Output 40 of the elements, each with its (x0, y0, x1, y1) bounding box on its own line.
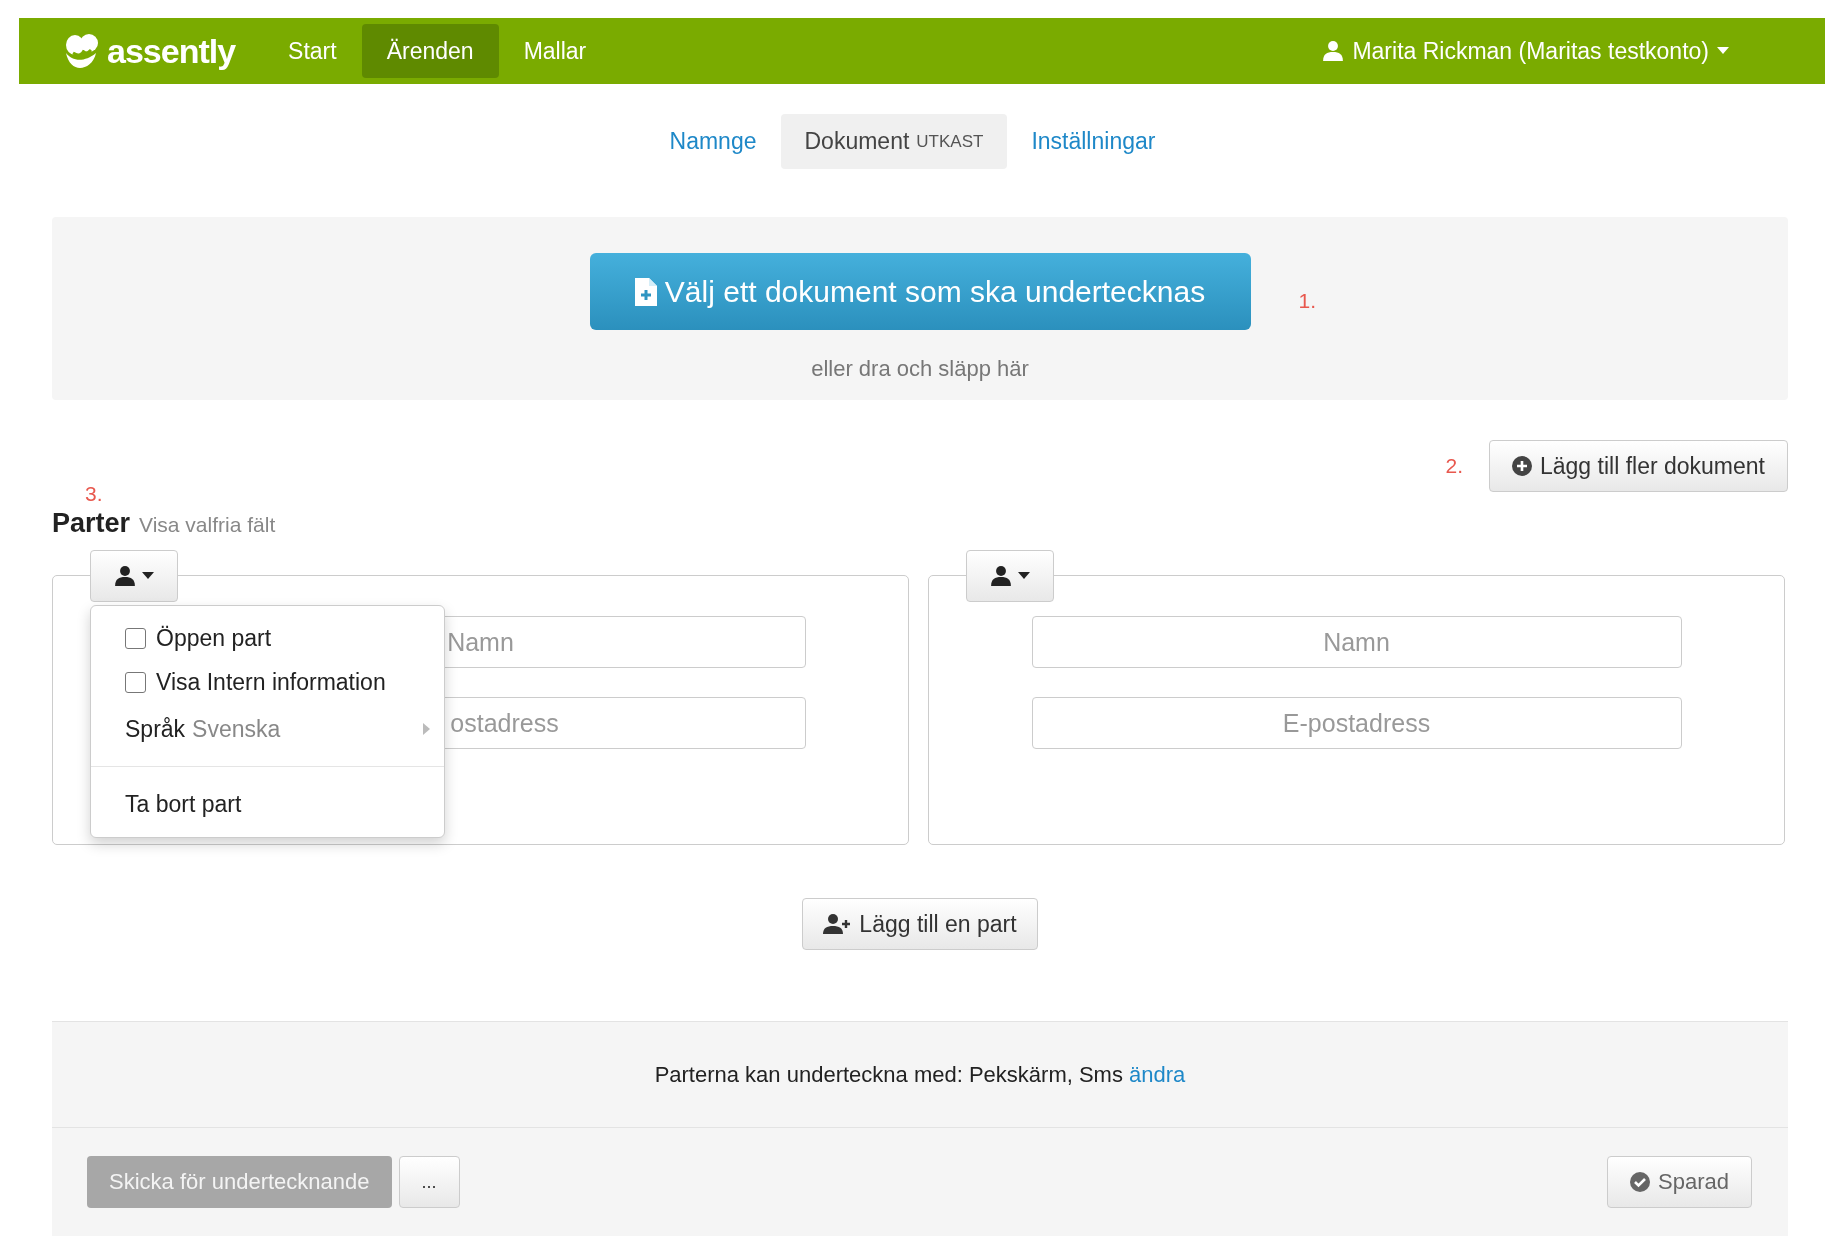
step-tab[interactable]: Dokument UTKAST (780, 114, 1008, 169)
name-field[interactable]: Namn (1031, 616, 1682, 668)
file-plus-icon (634, 277, 657, 306)
submenu-arrow-icon (423, 723, 430, 735)
add-party-button[interactable]: Lägg till en part (802, 898, 1038, 950)
nav-item[interactable]: Start (263, 24, 362, 78)
nav-item[interactable]: Mallar (498, 24, 612, 78)
more-button[interactable]: ... (398, 1156, 460, 1208)
step-number: 2. (1445, 454, 1463, 478)
caret-icon (1018, 572, 1030, 580)
plus-circle-icon (1512, 456, 1532, 476)
user-menu[interactable]: Marita Rickman (Maritas testkonto) (1322, 37, 1729, 65)
checkbox[interactable] (125, 671, 146, 693)
email-field[interactable]: E-postadress (1031, 697, 1682, 749)
choose-document-button[interactable]: Välj ett dokument som ska undertecknas (589, 253, 1251, 330)
caret-icon (142, 572, 154, 580)
check-circle-icon (1630, 1172, 1651, 1192)
party-menu-button[interactable] (90, 550, 178, 602)
step-tab[interactable]: Inställningar (1007, 114, 1180, 169)
party-menu-button[interactable] (966, 550, 1054, 602)
optional-fields-link[interactable]: Visa valfria fält (139, 513, 276, 537)
signing-methods-text: Parterna kan underteckna med: Pekskärm, Sms ändra (654, 1061, 1186, 1088)
step-tab[interactable]: Namnge (645, 114, 781, 169)
change-link[interactable]: ändra (1129, 1061, 1186, 1087)
logo-text[interactable]: assently (107, 31, 236, 71)
flower-logo-icon (63, 33, 101, 69)
person-icon (990, 565, 1012, 587)
saved-button[interactable]: Sparad (1607, 1156, 1752, 1208)
person-icon (1322, 40, 1345, 62)
caret-icon (1717, 47, 1729, 55)
step-number: 3. (85, 482, 104, 506)
user-plus-icon (823, 913, 852, 935)
person-icon (114, 565, 136, 587)
checkbox[interactable] (125, 627, 146, 649)
drop-hint: eller dra och släpp här (810, 356, 1030, 383)
section-title: Parter (52, 508, 131, 539)
add-documents-button[interactable]: Lägg till fler dokument (1489, 440, 1788, 492)
remove-party-item[interactable]: Ta bort part (91, 781, 444, 827)
nav-item[interactable]: Ärenden (361, 24, 499, 78)
step-number: 1. (1298, 288, 1317, 313)
